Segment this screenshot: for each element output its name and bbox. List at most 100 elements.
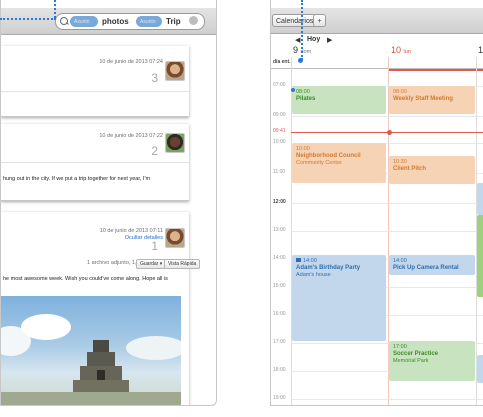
hour-label: 13:00 bbox=[273, 227, 286, 233]
callout-line bbox=[301, 0, 303, 60]
message-index: 3 bbox=[151, 71, 158, 85]
message-date: 10 de junio de 2013 07:22 bbox=[99, 133, 163, 139]
day-header: 10 lun bbox=[391, 45, 411, 55]
quicklook-button[interactable]: Vista Rápida bbox=[164, 259, 201, 269]
event-neighborhood-council[interactable]: 10:00 Neighborhood Council Community Cen… bbox=[292, 143, 386, 183]
event-adams-birthday-party[interactable]: 14:00 Adam's Birthday Party Adam's house bbox=[292, 255, 386, 341]
hour-label: 16:00 bbox=[273, 311, 286, 317]
save-attachment-button[interactable]: Guardar ▾ bbox=[136, 259, 167, 269]
event-pick-up-camera-rental[interactable]: 14:00 Pick Up Camera Rental bbox=[389, 255, 475, 275]
event-time: 08:00 bbox=[296, 89, 310, 95]
callout-line bbox=[0, 18, 56, 20]
event-soccer-practice[interactable]: 17:00 Soccer Practice Memorial Park bbox=[389, 341, 475, 381]
day-header: 1 bbox=[478, 45, 483, 55]
mail-window: Asunto photos Asunto Trip 10 de junio de… bbox=[0, 0, 217, 406]
event-time: 14:00 bbox=[296, 258, 383, 265]
message-date: 10 de junio de 2013 07:24 bbox=[99, 59, 163, 65]
event-title: Client Pitch bbox=[393, 166, 427, 172]
temple-crest bbox=[93, 340, 109, 352]
message-body: he most awesome week. Wish you could've … bbox=[3, 276, 168, 282]
event-time: 10:30 bbox=[393, 159, 407, 165]
day-name: lun bbox=[403, 49, 411, 55]
search-icon-handle bbox=[66, 22, 69, 25]
search-token-subject[interactable]: Asunto bbox=[70, 16, 98, 27]
hour-line bbox=[291, 231, 483, 232]
ground bbox=[1, 392, 181, 405]
current-time-dot bbox=[387, 130, 392, 135]
hour-label: 10:00 bbox=[273, 139, 286, 145]
avatar bbox=[165, 228, 185, 248]
hour-label: 14:00 bbox=[273, 255, 286, 261]
message-index: 2 bbox=[151, 144, 158, 158]
search-token-word: photos bbox=[102, 17, 129, 26]
event-time: 14:00 bbox=[393, 258, 407, 264]
message-card[interactable]: 10 de junio de 2013 07:11 Ocultar detall… bbox=[1, 212, 201, 405]
hour-label: 18:00 bbox=[273, 367, 286, 373]
hour-line bbox=[291, 203, 483, 204]
event-title: Neighborhood Council bbox=[296, 153, 361, 159]
day-number: 9 bbox=[293, 45, 299, 55]
message-card[interactable]: 10 de junio de 2013 07:22 2 hung out in … bbox=[1, 124, 189, 201]
day-number: 1 bbox=[478, 45, 483, 55]
hour-label: 12:00 bbox=[273, 199, 286, 205]
event-title: Pick Up Camera Rental bbox=[393, 265, 459, 271]
event-time: 17:00 bbox=[393, 344, 407, 350]
save-label: Guardar bbox=[140, 261, 159, 267]
message-body: hung out in the city. If we put a trip t… bbox=[3, 176, 151, 182]
event-partial[interactable] bbox=[477, 215, 483, 297]
hour-label: 07:00 bbox=[273, 82, 286, 88]
cloud bbox=[21, 314, 71, 340]
allday-label: día ent. bbox=[273, 59, 291, 65]
event-location: Adam's house bbox=[296, 272, 331, 278]
today-button[interactable]: Hoy bbox=[307, 36, 320, 43]
cloud bbox=[126, 336, 181, 360]
divider bbox=[1, 162, 189, 163]
calendar-icon bbox=[296, 258, 301, 262]
event-partial[interactable] bbox=[477, 355, 483, 383]
event-location: Memorial Park bbox=[393, 358, 429, 364]
hour-label: 09:00 bbox=[273, 112, 286, 118]
callout-dot bbox=[298, 58, 303, 63]
today-marker bbox=[389, 69, 483, 71]
clear-search-icon[interactable] bbox=[189, 16, 198, 25]
search-field[interactable]: Asunto photos Asunto Trip bbox=[55, 13, 205, 30]
event-time: 08:00 bbox=[393, 89, 407, 95]
event-partial[interactable] bbox=[477, 183, 483, 215]
event-client-pitch[interactable]: 10:30 Client Pitch bbox=[389, 156, 475, 184]
hour-line bbox=[291, 399, 483, 400]
prev-week-icon[interactable]: ◀ bbox=[295, 36, 300, 44]
event-time: 10:00 bbox=[296, 146, 310, 152]
hour-line bbox=[291, 116, 483, 117]
hour-label: 19:00 bbox=[273, 395, 286, 401]
divider bbox=[1, 91, 189, 92]
event-location: Community Center bbox=[296, 160, 342, 166]
next-week-icon[interactable]: ▶ bbox=[327, 36, 332, 44]
photo-attachment[interactable] bbox=[1, 296, 181, 405]
temple-top bbox=[87, 352, 115, 366]
temple-door bbox=[97, 370, 105, 380]
message-date: 10 de junio de 2013 07:11 bbox=[99, 228, 163, 234]
hour-label: 15:00 bbox=[273, 283, 286, 289]
calendars-button[interactable]: Calendarios bbox=[272, 14, 318, 27]
current-time-label: 09:41 bbox=[273, 128, 286, 134]
search-token-subject[interactable]: Asunto bbox=[136, 16, 162, 27]
hour-label: 11:00 bbox=[273, 169, 286, 175]
avatar bbox=[165, 61, 185, 81]
callout-dot bbox=[291, 88, 295, 92]
hour-label: 17:00 bbox=[273, 339, 286, 345]
message-card[interactable]: 10 de junio de 2013 07:24 3 bbox=[1, 46, 189, 117]
event-title: Soccer Practice bbox=[393, 351, 439, 357]
callout-line bbox=[54, 0, 56, 18]
event-pilates[interactable]: 08:00 Pilates bbox=[292, 86, 386, 114]
add-event-button[interactable]: + bbox=[313, 14, 326, 27]
event-title: Weekly Staff Meeting bbox=[393, 96, 453, 102]
event-weekly-staff-meeting[interactable]: 08:00 Weekly Staff Meeting bbox=[389, 86, 475, 114]
event-title: Pilates bbox=[296, 96, 316, 102]
event-time-text: 14:00 bbox=[303, 258, 317, 264]
search-token-word: Trip bbox=[166, 17, 181, 26]
day-number: 10 bbox=[391, 45, 402, 55]
event-title: Adam's Birthday Party bbox=[296, 265, 361, 271]
attachment-bar: 1 archivo adjunto, 1,8 MB Guardar ▾ Vist… bbox=[1, 258, 201, 270]
message-index: 1 bbox=[151, 239, 158, 253]
avatar bbox=[165, 133, 185, 153]
